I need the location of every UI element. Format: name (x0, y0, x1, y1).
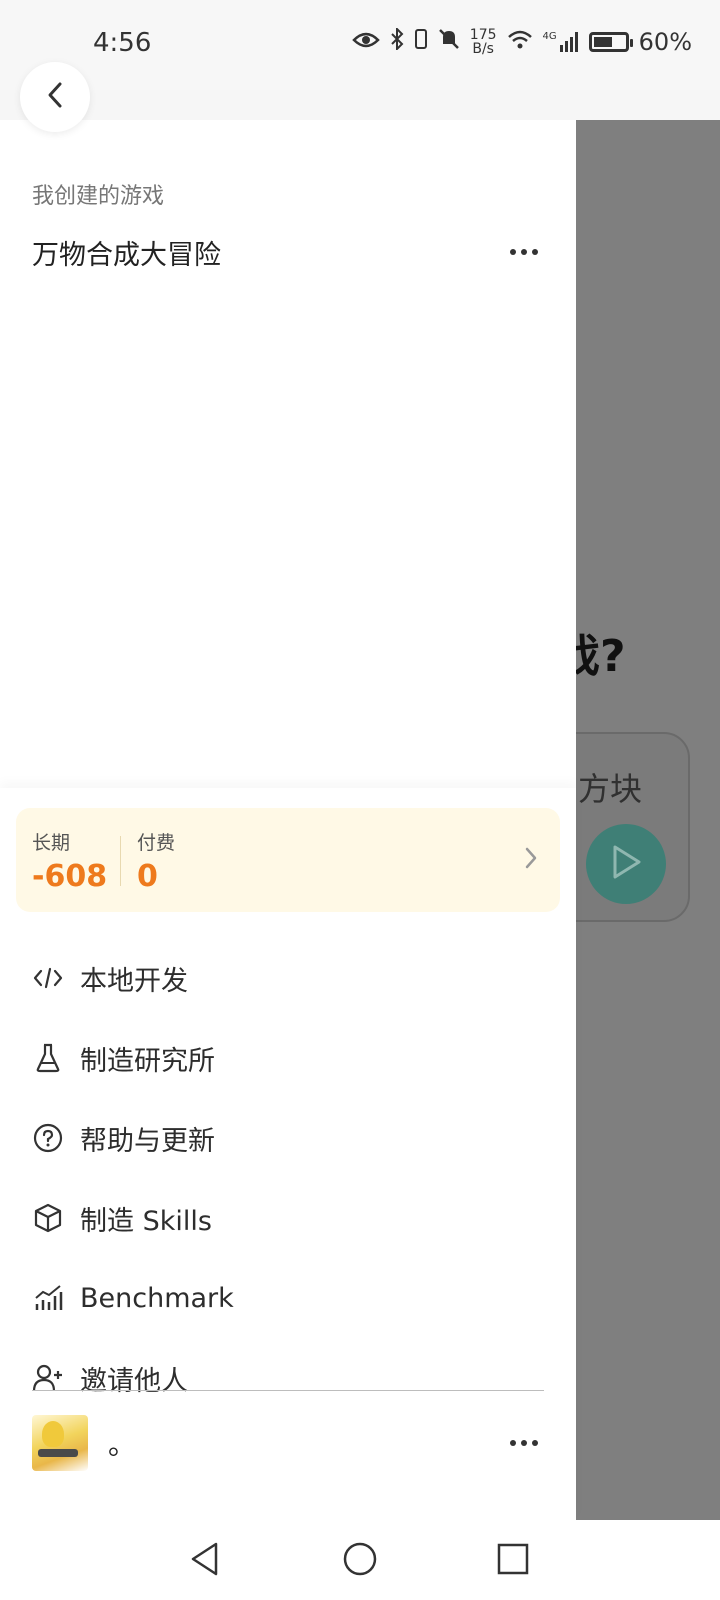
background-app[interactable]: 戏? 方块 (576, 120, 720, 1520)
code-icon (32, 962, 64, 994)
drawer-menu: 本地开发 制造研究所 帮助与更新 制造 Skills Benchmark 邀请他… (32, 938, 544, 1418)
credit-divider (120, 836, 121, 886)
net-speed-unit: B/s (472, 41, 494, 57)
battery-percent: 60% (638, 28, 692, 56)
menu-label: 邀请他人 (80, 1365, 188, 1397)
menu-label: 制造研究所 (80, 1045, 215, 1077)
bg-card-text: 方块 (578, 770, 643, 808)
net-speed: 175 B/s (470, 28, 497, 56)
wifi-icon (507, 28, 533, 56)
status-bar: 4:56 175 B/s 4G 60% (0, 0, 720, 90)
menu-item-lab[interactable]: 制造研究所 (32, 1018, 544, 1098)
mute-icon (438, 28, 460, 56)
nav-bar (0, 1520, 720, 1600)
network-type: 4G (542, 31, 557, 42)
menu-label: Benchmark (80, 1282, 234, 1314)
back-triangle-icon (188, 1541, 222, 1581)
back-button[interactable] (20, 62, 90, 132)
net-speed-value: 175 (469, 27, 497, 43)
signal-icon: 4G (543, 31, 579, 53)
credit-paid-value: 0 (137, 859, 158, 894)
eye-icon (352, 28, 380, 56)
recents-square-icon (496, 1542, 530, 1580)
menu-item-local-dev[interactable]: 本地开发 (32, 938, 544, 1018)
menu-item-invite[interactable]: 邀请他人 (32, 1338, 544, 1418)
cube-icon (32, 1202, 64, 1234)
credit-paid-label: 付费 (137, 832, 176, 854)
status-time: 4:56 (93, 28, 152, 58)
divider (32, 1390, 544, 1391)
profile-row[interactable]: 。 (32, 1410, 544, 1476)
play-icon (609, 843, 643, 885)
drawer-bottom: 长期 -608 付费 0 本地开发 制造研究所 帮助与更新 制造 Skills … (0, 788, 576, 1520)
game-name: 万物合成大冒险 (32, 239, 221, 271)
credits-card[interactable]: 长期 -608 付费 0 (16, 808, 560, 912)
credit-long-term-value: -608 (32, 859, 108, 894)
flask-icon (32, 1042, 64, 1074)
help-circle-icon (32, 1122, 64, 1154)
battery-icon (588, 32, 633, 52)
game-more-button[interactable] (504, 243, 544, 261)
game-item[interactable]: 万物合成大冒险 (32, 230, 544, 274)
credit-long-term: 长期 -608 (32, 828, 107, 894)
chevron-left-icon (45, 81, 65, 113)
menu-label: 本地开发 (80, 965, 188, 997)
bluetooth-icon (390, 26, 404, 56)
bg-card: 方块 (576, 732, 690, 922)
bg-play-button (586, 824, 666, 904)
avatar (32, 1415, 88, 1471)
home-circle-icon (342, 1541, 378, 1581)
vibrate-icon (414, 28, 428, 56)
nav-recents-button[interactable] (488, 1536, 538, 1586)
menu-label: 帮助与更新 (80, 1125, 215, 1157)
section-title-my-games: 我创建的游戏 (32, 184, 165, 209)
chevron-right-icon (524, 846, 538, 874)
nav-back-button[interactable] (180, 1536, 230, 1586)
menu-item-benchmark[interactable]: Benchmark (32, 1258, 544, 1338)
bg-question-fragment: 戏? (576, 631, 626, 682)
menu-label: 制造 Skills (80, 1205, 212, 1237)
battery-fill (593, 37, 612, 47)
credit-long-term-label: 长期 (32, 832, 71, 854)
credit-paid: 付费 0 (137, 828, 175, 894)
chart-icon (32, 1282, 64, 1314)
username: 。 (108, 1428, 137, 1461)
profile-more-button[interactable] (504, 1434, 544, 1452)
menu-item-help[interactable]: 帮助与更新 (32, 1098, 544, 1178)
menu-item-skills[interactable]: 制造 Skills (32, 1178, 544, 1258)
nav-home-button[interactable] (335, 1536, 385, 1586)
status-icons: 175 B/s 4G 60% (352, 26, 692, 56)
side-drawer: 我创建的游戏 万物合成大冒险 长期 -608 付费 0 本地开发 制造研究所 帮… (0, 120, 576, 1520)
